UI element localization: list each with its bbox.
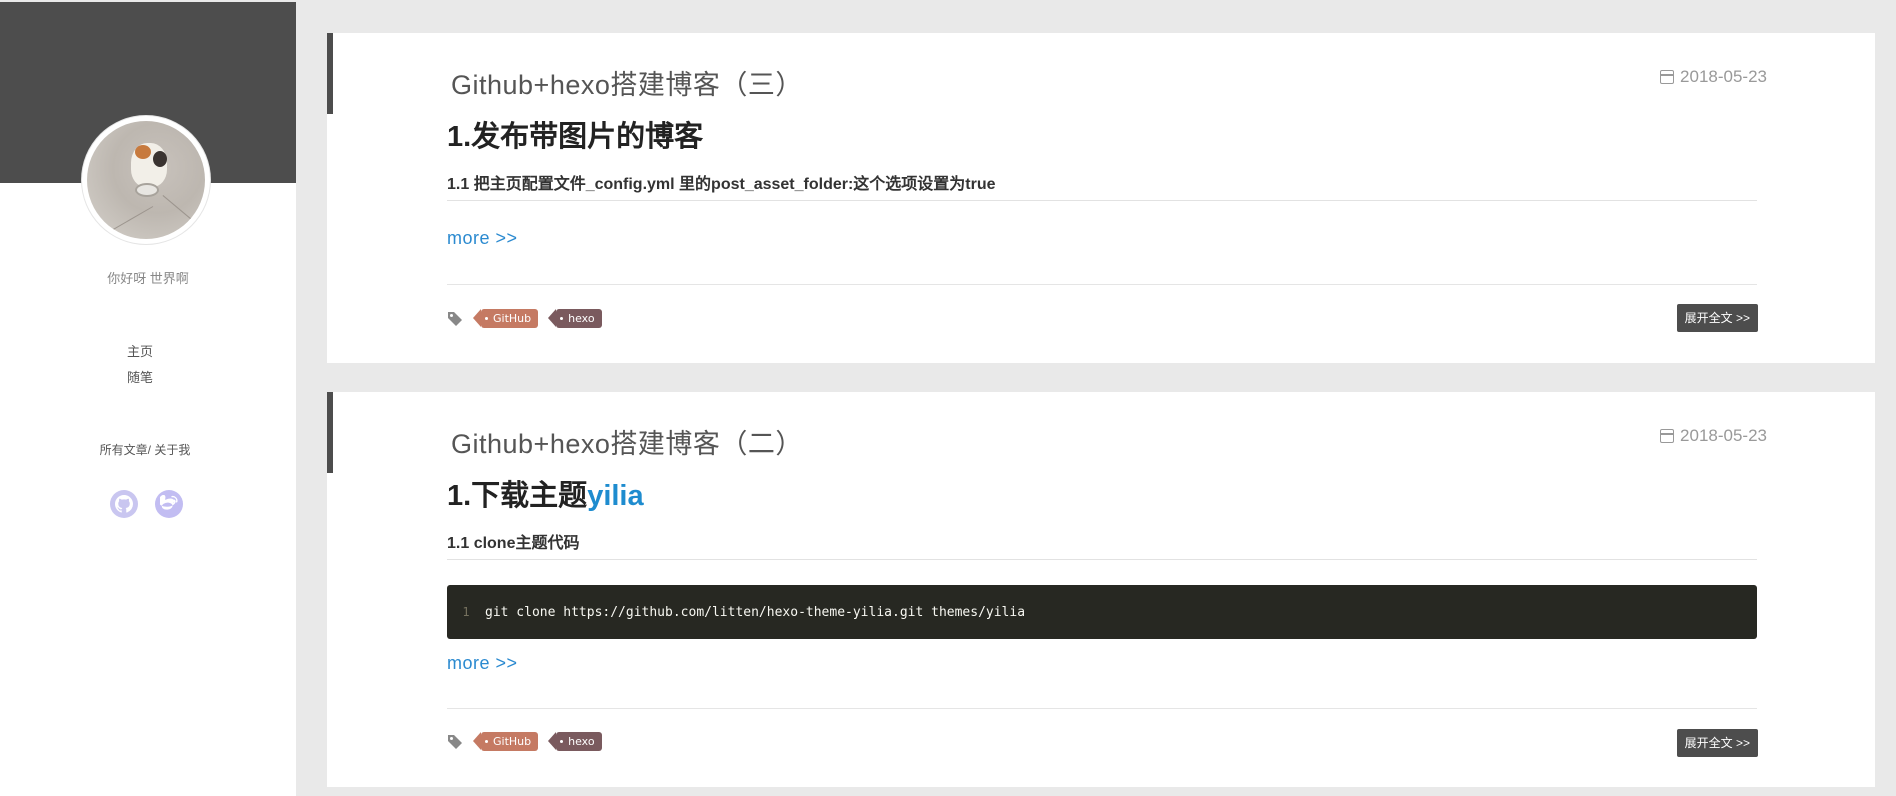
avatar[interactable] [82,116,210,244]
tag-hexo[interactable]: hexo [548,732,602,751]
code-block: 1 git clone https://github.com/litten/he… [447,585,1757,639]
post-heading: 1.下载主题yilia [447,472,644,514]
nav-essays[interactable]: 随笔 [0,365,280,391]
read-more-button[interactable]: 展开全文 >> [1676,729,1758,757]
tag-icon [447,311,463,327]
post-title[interactable]: Github+hexo搭建博客（三） [451,63,803,102]
post-date-text: 2018-05-23 [1680,67,1767,86]
post-divider [447,708,1757,709]
avatar-image [87,121,205,239]
post-date: 2018-05-23 [1660,67,1767,87]
code-line: git clone https://github.com/litten/hexo… [485,604,1026,620]
main-nav: 主页 随笔 [0,339,280,391]
read-more-button[interactable]: 展开全文 >> [1676,304,1758,332]
post-accent-bar [327,392,333,473]
all-posts-link[interactable]: 所有文章/ [100,443,151,457]
social-links [110,490,183,518]
post-tags: GitHub hexo [447,309,602,328]
calendar-icon [1660,429,1675,443]
post-heading-text: 1.发布带图片的博客 [447,121,704,153]
weibo-icon[interactable] [155,490,183,518]
post-heading: 1.发布带图片的博客 [447,113,703,155]
post-card: Github+hexo搭建博客（二） 2018-05-23 1.下载主题yili… [327,392,1875,787]
post-date: 2018-05-23 [1660,426,1767,446]
post-divider [447,284,1757,285]
calendar-icon [1660,70,1675,84]
sub-links: 所有文章/ 关于我 [0,441,290,458]
post-card: Github+hexo搭建博客（三） 2018-05-23 1.发布带图片的博客… [327,33,1875,363]
more-link[interactable]: more >> [447,228,518,249]
post-date-text: 2018-05-23 [1680,426,1767,445]
post-title[interactable]: Github+hexo搭建博客（二） [451,422,803,461]
tag-hexo[interactable]: hexo [548,309,602,328]
post-subheading: 1.1 把主页配置文件_config.yml 里的post_asset_fold… [447,170,1757,201]
theme-link[interactable]: yilia [587,480,643,512]
about-link[interactable]: 关于我 [154,443,190,457]
post-subheading: 1.1 clone主题代码 [447,529,1757,560]
github-icon[interactable] [110,490,138,518]
tag-github[interactable]: GitHub [472,309,539,328]
post-heading-text: 1.下载主题 [447,480,588,512]
more-link[interactable]: more >> [447,653,518,674]
sidebar: 你好呀 世界啊 主页 随笔 所有文章/ 关于我 [0,2,296,796]
nav-home[interactable]: 主页 [0,339,280,365]
code-line-number: 1 [462,605,470,619]
post-accent-bar [327,33,333,114]
motto: 你好呀 世界啊 [107,271,189,286]
tag-icon [447,734,463,750]
tag-github[interactable]: GitHub [472,732,539,751]
post-tags: GitHub hexo [447,732,602,751]
